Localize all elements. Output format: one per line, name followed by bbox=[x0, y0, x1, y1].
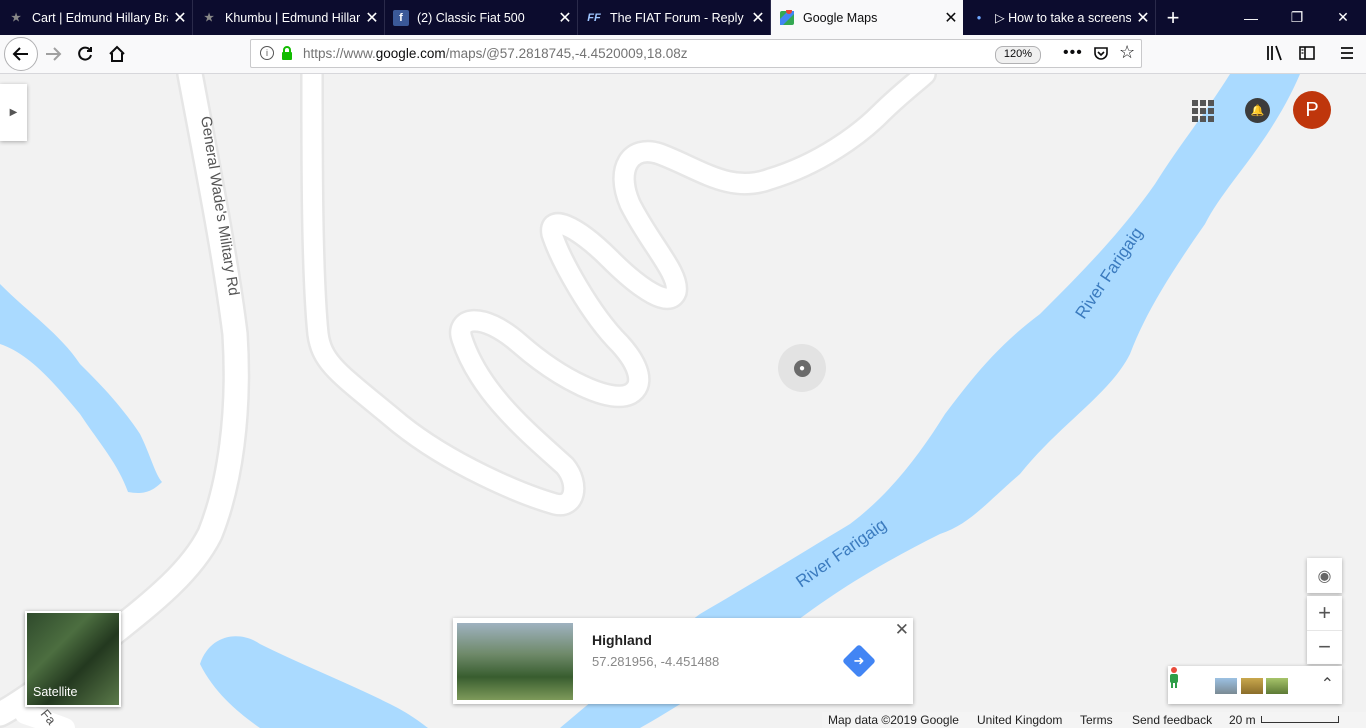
close-tab-icon[interactable]: ✕ bbox=[746, 8, 770, 28]
expand-side-panel-button[interactable]: ▶ bbox=[0, 84, 27, 141]
scale-label[interactable]: 20 m bbox=[1229, 713, 1256, 727]
zoom-controls: + − bbox=[1307, 596, 1342, 664]
map-footer: Map data ©2019 Google United Kingdom Ter… bbox=[822, 712, 1366, 728]
mountain-favicon-icon: ★ bbox=[11, 12, 21, 24]
close-tab-icon[interactable]: ✕ bbox=[1131, 8, 1155, 28]
directions-arrow-icon: ➜ bbox=[853, 653, 865, 668]
tab-google-maps[interactable]: Google Maps ✕ bbox=[771, 0, 963, 35]
satellite-layer-toggle[interactable]: Satellite bbox=[25, 611, 121, 707]
address-bar[interactable]: i https://www.google.com/maps/@57.281874… bbox=[250, 39, 1142, 68]
google-apps-icon[interactable] bbox=[1192, 100, 1214, 122]
back-button[interactable] bbox=[4, 37, 38, 71]
minimize-button[interactable]: — bbox=[1228, 0, 1274, 35]
imagery-strip: ⌃ bbox=[1168, 666, 1342, 704]
close-tab-icon[interactable]: ✕ bbox=[553, 8, 577, 28]
tab-fiat-forum[interactable]: FF The FIAT Forum - Reply t ✕ bbox=[578, 0, 771, 35]
tab-title: (2) Classic Fiat 500 bbox=[417, 10, 525, 25]
bookmark-star-icon[interactable]: ☆ bbox=[1119, 42, 1135, 63]
crosshair-icon: ◉ bbox=[1317, 567, 1332, 585]
lock-icon[interactable] bbox=[281, 46, 293, 65]
forward-arrow-icon bbox=[46, 47, 62, 61]
imagery-thumbnail-2[interactable] bbox=[1241, 678, 1263, 694]
back-arrow-icon bbox=[12, 47, 28, 61]
region-link[interactable]: United Kingdom bbox=[977, 713, 1062, 727]
facebook-icon: f bbox=[393, 9, 409, 26]
tab-title: ▷ How to take a screens bbox=[995, 11, 1131, 25]
zoom-in-button[interactable]: + bbox=[1307, 597, 1342, 631]
dropped-pin-marker[interactable]: ● bbox=[778, 344, 826, 392]
mountain-favicon-icon: ★ bbox=[204, 12, 214, 24]
directions-button[interactable]: ➜ bbox=[842, 644, 876, 678]
tab-title: Google Maps bbox=[803, 10, 878, 25]
close-tab-icon[interactable]: ✕ bbox=[939, 8, 963, 28]
send-feedback-link[interactable]: Send feedback bbox=[1132, 713, 1212, 727]
tab-strip: ★ Cart | Edmund Hillary Bra ✕ ★ Khumbu |… bbox=[0, 0, 1366, 35]
place-coordinates[interactable]: 57.281956, -4.451488 bbox=[592, 654, 719, 669]
place-info-card[interactable]: Highland 57.281956, -4.451488 ➜ ✕ bbox=[453, 618, 913, 704]
terms-link[interactable]: Terms bbox=[1080, 713, 1113, 727]
play-right-icon: ▶ bbox=[9, 107, 18, 118]
pocket-icon[interactable] bbox=[1093, 45, 1109, 66]
tab-khumbu[interactable]: ★ Khumbu | Edmund Hillar ✕ bbox=[193, 0, 385, 35]
imagery-thumbnail-1[interactable] bbox=[1215, 678, 1237, 694]
restore-button[interactable]: ❐ bbox=[1274, 0, 1320, 35]
dot-favicon-icon: ● bbox=[976, 13, 982, 22]
fiat-forum-icon: FF bbox=[587, 11, 601, 24]
map-pin-icon: ● bbox=[793, 359, 811, 377]
place-photo[interactable] bbox=[457, 623, 573, 700]
close-window-button[interactable]: ✕ bbox=[1320, 0, 1366, 35]
home-button[interactable] bbox=[102, 39, 132, 69]
close-tab-icon[interactable]: ✕ bbox=[360, 8, 384, 28]
scale-bar bbox=[1261, 716, 1339, 723]
hamburger-menu-icon[interactable] bbox=[1338, 44, 1356, 67]
navigation-toolbar: i https://www.google.com/maps/@57.281874… bbox=[0, 35, 1366, 74]
tab-title: The FIAT Forum - Reply t bbox=[610, 10, 746, 25]
tab-fiat-facebook[interactable]: f (2) Classic Fiat 500 ✕ bbox=[385, 0, 578, 35]
zoom-out-button[interactable]: − bbox=[1307, 631, 1342, 664]
home-icon bbox=[109, 45, 125, 62]
pegman-icon[interactable] bbox=[1168, 666, 1180, 688]
zoom-indicator[interactable]: 120% bbox=[995, 46, 1041, 64]
chevron-up-icon[interactable]: ⌃ bbox=[1321, 674, 1334, 694]
water-pond bbox=[200, 636, 428, 728]
map-data-credit: Map data ©2019 Google bbox=[828, 713, 959, 727]
map-canvas[interactable]: General Wade's Military Rd Fa River Fari… bbox=[0, 74, 1366, 728]
place-name[interactable]: Highland bbox=[592, 632, 652, 648]
close-card-icon[interactable]: ✕ bbox=[895, 620, 909, 640]
account-avatar[interactable]: P bbox=[1293, 91, 1331, 129]
my-location-button[interactable]: ◉ bbox=[1307, 558, 1342, 593]
satellite-label: Satellite bbox=[33, 685, 78, 699]
imagery-thumbnail-3[interactable] bbox=[1266, 678, 1288, 694]
page-actions-icon[interactable]: ••• bbox=[1063, 44, 1083, 62]
url-text[interactable]: https://www.google.com/maps/@57.2818745,… bbox=[303, 46, 687, 61]
tab-cart[interactable]: ★ Cart | Edmund Hillary Bra ✕ bbox=[0, 0, 193, 35]
library-icon[interactable] bbox=[1266, 44, 1284, 67]
reload-icon bbox=[78, 46, 92, 61]
new-tab-button[interactable]: + bbox=[1158, 0, 1188, 35]
sidebar-icon[interactable] bbox=[1298, 44, 1316, 67]
tab-screenshot-guide[interactable]: ● ▷ How to take a screens ✕ bbox=[963, 0, 1156, 35]
reload-button[interactable] bbox=[70, 39, 100, 69]
tab-title: Cart | Edmund Hillary Bra bbox=[32, 10, 168, 25]
close-tab-icon[interactable]: ✕ bbox=[168, 8, 192, 28]
forward-button[interactable] bbox=[38, 39, 68, 69]
winding-road bbox=[300, 74, 937, 517]
river-west-stream bbox=[0, 284, 162, 493]
notifications-bell-icon[interactable]: 🔔 bbox=[1245, 98, 1270, 123]
tab-title: Khumbu | Edmund Hillar bbox=[225, 10, 360, 25]
info-icon[interactable]: i bbox=[260, 46, 274, 60]
google-maps-icon bbox=[779, 9, 795, 26]
